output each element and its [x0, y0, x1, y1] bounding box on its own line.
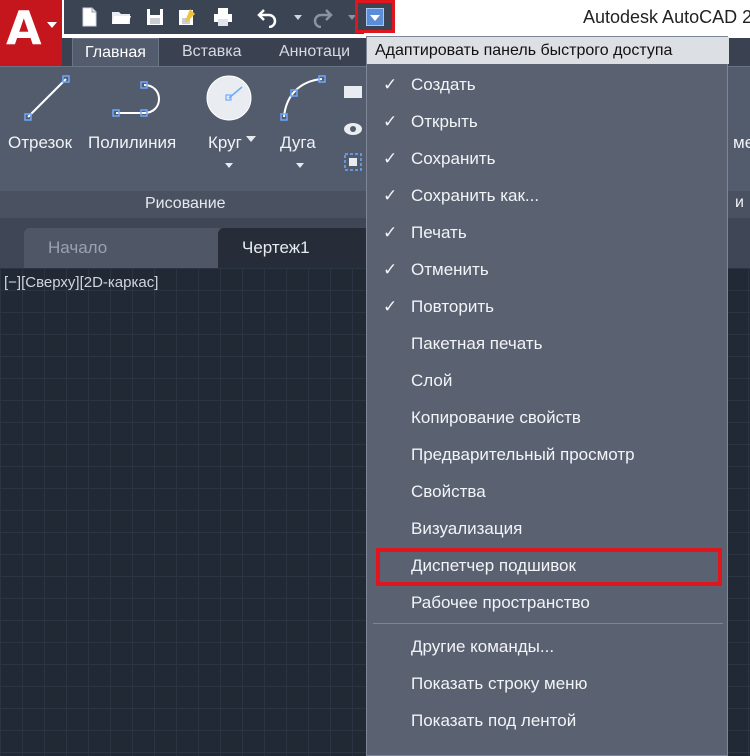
menu-item-label: Рабочее пространство	[411, 593, 590, 612]
menu-item-show-menu-bar[interactable]: Показать строку меню	[367, 665, 727, 702]
menu-item-label: Сохранить	[411, 149, 496, 168]
menu-item-label: Печать	[411, 223, 467, 242]
line-tool[interactable]: Отрезок	[4, 67, 84, 187]
line-icon	[24, 75, 70, 121]
checkmark-icon: ✓	[383, 149, 398, 168]
rectangle-icon[interactable]	[342, 83, 364, 101]
menu-item-workspace[interactable]: Рабочее пространство	[367, 584, 727, 621]
hatch-icon[interactable]	[342, 117, 364, 137]
menu-item-layer[interactable]: Слой	[367, 362, 727, 399]
dropdown-arrow-icon	[366, 8, 384, 26]
menu-item-undo[interactable]: ✓ Отменить	[367, 251, 727, 288]
menu-item-label: Показать под лентой	[411, 711, 577, 730]
menu-item-label: Предварительный просмотр	[411, 445, 635, 464]
arc-tool[interactable]: Дуга	[272, 67, 336, 187]
circle-icon	[206, 75, 252, 121]
menu-item-new[interactable]: ✓ Создать	[367, 66, 727, 103]
open-icon[interactable]	[110, 6, 132, 28]
polyline-tool[interactable]: Полилиния	[86, 67, 190, 187]
customize-qat-button[interactable]	[355, 0, 395, 33]
menu-title: Адаптировать панель быстрого доступа	[367, 37, 729, 64]
line-tool-label: Отрезок	[8, 133, 73, 152]
tab-start[interactable]: Начало	[24, 228, 224, 268]
print-icon[interactable]	[212, 6, 234, 28]
checkmark-icon: ✓	[383, 297, 398, 316]
checkmark-icon: ✓	[383, 112, 398, 131]
menu-item-label: Другие команды...	[411, 637, 555, 656]
menu-item-save[interactable]: ✓ Сохранить	[367, 140, 727, 177]
highlight-frame	[376, 548, 722, 586]
menu-item-label: Отменить	[411, 260, 489, 279]
undo-icon[interactable]	[256, 6, 278, 28]
menu-item-label: Сохранить как...	[411, 186, 540, 205]
polyline-tool-label: Полилиния	[88, 133, 177, 152]
save-as-icon[interactable]	[176, 6, 198, 28]
autocad-logo-icon: A	[6, 1, 42, 55]
menu-item-save-as[interactable]: ✓ Сохранить как...	[367, 177, 727, 214]
circle-tool-label: Круг	[208, 133, 242, 152]
chevron-down-icon	[47, 22, 57, 28]
viewport-controls[interactable]: [−][Сверху][2D-каркас]	[4, 274, 158, 291]
menu-item-label: Создать	[411, 75, 476, 94]
menu-item-label: Свойства	[411, 482, 486, 501]
redo-icon[interactable]	[312, 6, 334, 28]
menu-item-label: Слой	[411, 371, 453, 390]
tab-home[interactable]: Главная	[72, 38, 159, 66]
polyline-icon	[112, 81, 160, 117]
menu-item-properties[interactable]: Свойства	[367, 473, 727, 510]
menu-item-print[interactable]: ✓ Печать	[367, 214, 727, 251]
application-menu-button[interactable]: A	[0, 0, 62, 66]
boundary-icon[interactable]	[342, 151, 364, 173]
checkmark-icon: ✓	[383, 75, 398, 94]
chevron-down-icon	[225, 163, 233, 168]
chevron-down-icon[interactable]	[246, 136, 256, 142]
tab-insert[interactable]: Вставка	[170, 38, 253, 66]
menu-item-label: Показать строку меню	[411, 674, 588, 693]
arc-icon	[280, 75, 326, 121]
menu-item-open[interactable]: ✓ Открыть	[367, 103, 727, 140]
ribbon-partial-label: мер	[733, 133, 750, 152]
menu-separator	[373, 623, 723, 624]
menu-item-show-below-ribbon[interactable]: Показать под лентой	[367, 702, 727, 739]
customize-qat-menu: Адаптировать панель быстрого доступа ✓ С…	[366, 36, 729, 756]
menu-item-batch-plot[interactable]: Пакетная печать	[367, 325, 727, 362]
chevron-down-icon	[296, 163, 304, 168]
quick-access-toolbar	[64, 0, 364, 34]
checkmark-icon: ✓	[383, 260, 398, 279]
menu-item-match-properties[interactable]: Копирование свойств	[367, 399, 727, 436]
circle-tool[interactable]: Круг	[196, 67, 260, 187]
new-icon[interactable]	[78, 6, 100, 28]
menu-item-label: Открыть	[411, 112, 478, 131]
menu-item-more-commands[interactable]: Другие команды...	[367, 628, 727, 665]
save-icon[interactable]	[144, 6, 166, 28]
undo-dropdown-icon[interactable]	[294, 15, 302, 20]
panel-partial-label: и	[735, 194, 744, 211]
checkmark-icon: ✓	[383, 186, 398, 205]
menu-item-label: Визуализация	[411, 519, 523, 538]
menu-item-redo[interactable]: ✓ Повторить	[367, 288, 727, 325]
menu-item-label: Копирование свойств	[411, 408, 581, 427]
menu-item-render[interactable]: Визуализация	[367, 510, 727, 547]
menu-item-label: Пакетная печать	[411, 334, 543, 353]
window-title: Autodesk AutoCAD 2	[583, 7, 750, 27]
menu-item-preview[interactable]: Предварительный просмотр	[367, 436, 727, 473]
tab-annotate[interactable]: Аннотаци	[267, 38, 362, 66]
panel-title: Рисование	[145, 195, 226, 212]
tab-drawing1[interactable]: Чертеж1	[218, 228, 378, 268]
checkmark-icon: ✓	[383, 223, 398, 242]
arc-tool-label: Дуга	[280, 133, 316, 152]
menu-item-label: Повторить	[411, 297, 494, 316]
